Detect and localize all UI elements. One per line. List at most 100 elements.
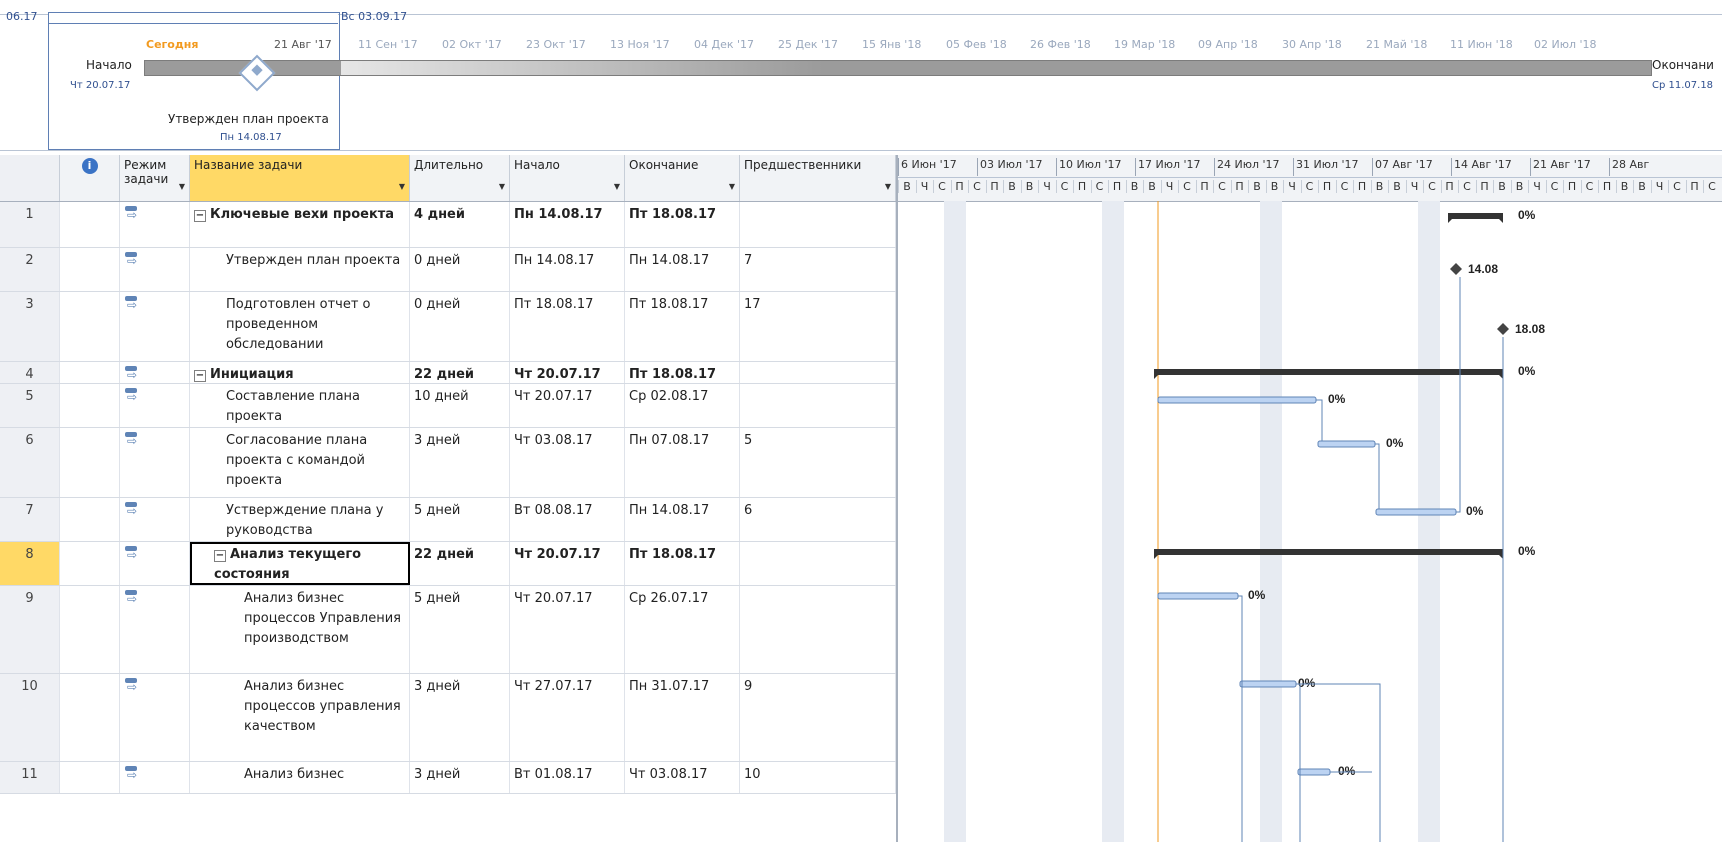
start-cell[interactable]: Вт 08.08.17 [510,498,625,541]
finish-cell[interactable]: Пн 31.07.17 [625,674,740,761]
chevron-down-icon[interactable]: ▼ [179,182,185,191]
column-header-predecessors[interactable]: Предшественники ▼ [740,155,896,201]
column-header-info[interactable]: i [60,155,120,201]
row-mode[interactable] [120,384,190,427]
table-row[interactable]: 1 −Ключевые вехи проекта4 днейПн 14.08.17… [0,202,896,248]
timeline-project-bar[interactable] [144,60,1652,76]
row-id[interactable]: 6 [0,428,60,497]
task-name-cell[interactable]: Анализ бизнес [190,762,410,793]
start-cell[interactable]: Вт 01.08.17 [510,762,625,793]
task-name-cell[interactable]: − Ключевые вехи проекта [190,202,410,247]
start-cell[interactable]: Чт 03.08.17 [510,428,625,497]
table-row[interactable]: 2Утвержден план проекта0 днейПн 14.08.17… [0,248,896,292]
row-id[interactable]: 7 [0,498,60,541]
row-mode[interactable] [120,292,190,361]
table-row[interactable]: 4−Инициация22 днейЧт 20.07.17Пт 18.08.17 [0,362,896,384]
duration-cell[interactable]: 4 дней [410,202,510,247]
predecessors-cell[interactable] [740,202,896,247]
column-header-name[interactable]: Название задачи ▼ [190,155,410,201]
chevron-down-icon[interactable]: ▼ [885,182,891,191]
predecessors-cell[interactable]: 10 [740,762,896,793]
chevron-down-icon[interactable]: ▼ [614,182,620,191]
duration-cell[interactable]: 5 дней [410,498,510,541]
duration-cell[interactable]: 10 дней [410,384,510,427]
row-mode[interactable] [120,762,190,793]
task-name-cell[interactable]: Подготовлен отчет о проведенном обследов… [190,292,410,361]
predecessors-cell[interactable] [740,586,896,673]
chevron-down-icon[interactable]: ▼ [729,182,735,191]
table-row[interactable]: 5 Составление плана проекта 10 днейЧт 20.0… [0,384,896,428]
start-cell[interactable]: Чт 20.07.17 [510,384,625,427]
duration-cell[interactable]: 5 дней [410,586,510,673]
predecessors-cell[interactable] [740,362,896,383]
duration-cell[interactable]: 3 дней [410,428,510,497]
task-name-cell[interactable]: Анализ бизнес процессов управления качес… [190,674,410,761]
table-row[interactable]: 7 Устверждение плана у руководства 5 днейВ… [0,498,896,542]
collapse-icon[interactable]: − [194,370,206,382]
duration-cell[interactable]: 0 дней [410,248,510,291]
duration-cell[interactable]: 3 дней [410,762,510,793]
row-id[interactable]: 8 [0,542,60,585]
row-mode[interactable] [120,362,190,383]
finish-cell[interactable]: Ср 02.08.17 [625,384,740,427]
row-id[interactable]: 5 [0,384,60,427]
finish-cell[interactable]: Пт 18.08.17 [625,362,740,383]
row-mode[interactable] [120,248,190,291]
table-row[interactable]: 11 Анализ бизнес 3 днейВт 01.08.17Чт 03.08… [0,762,896,794]
predecessors-cell[interactable] [740,384,896,427]
finish-cell[interactable]: Пт 18.08.17 [625,542,740,585]
row-mode[interactable] [120,542,190,585]
finish-cell[interactable]: Пт 18.08.17 [625,292,740,361]
finish-cell[interactable]: Пн 07.08.17 [625,428,740,497]
row-mode[interactable] [120,428,190,497]
finish-cell[interactable]: Пн 14.08.17 [625,248,740,291]
row-id[interactable]: 9 [0,586,60,673]
row-id[interactable]: 1 [0,202,60,247]
table-row[interactable]: 8−Анализ текущего состояния22 днейЧт 20.… [0,542,896,586]
row-id[interactable]: 11 [0,762,60,793]
collapse-icon[interactable]: − [194,210,206,222]
predecessors-cell[interactable]: 6 [740,498,896,541]
row-id[interactable]: 4 [0,362,60,383]
row-id[interactable]: 10 [0,674,60,761]
row-mode[interactable] [120,498,190,541]
duration-cell[interactable]: 22 дней [410,362,510,383]
finish-cell[interactable]: Пт 18.08.17 [625,202,740,247]
table-row[interactable]: 10 Анализ бизнес процессов управления кач… [0,674,896,762]
start-cell[interactable]: Чт 27.07.17 [510,674,625,761]
task-name-cell[interactable]: Составление плана проекта [190,384,410,427]
collapse-icon[interactable]: − [214,550,226,562]
predecessors-cell[interactable]: 17 [740,292,896,361]
task-name-cell[interactable]: Устверждение плана у руководства [190,498,410,541]
finish-cell[interactable]: Ср 26.07.17 [625,586,740,673]
column-header-duration[interactable]: Длительно ▼ [410,155,510,201]
finish-cell[interactable]: Чт 03.08.17 [625,762,740,793]
start-cell[interactable]: Чт 20.07.17 [510,362,625,383]
start-cell[interactable]: Пн 14.08.17 [510,248,625,291]
task-name-cell[interactable]: Согласование плана проекта с командой пр… [190,428,410,497]
start-cell[interactable]: Пн 14.08.17 [510,202,625,247]
predecessors-cell[interactable] [740,542,896,585]
predecessors-cell[interactable]: 7 [740,248,896,291]
predecessors-cell[interactable]: 5 [740,428,896,497]
row-id[interactable]: 2 [0,248,60,291]
task-name-cell[interactable]: Анализ бизнес процессов Управления произ… [190,586,410,673]
chevron-down-icon[interactable]: ▼ [399,182,405,191]
task-name-cell[interactable]: Утвержден план проекта [190,248,410,291]
row-mode[interactable] [120,202,190,247]
finish-cell[interactable]: Пн 14.08.17 [625,498,740,541]
start-cell[interactable]: Чт 20.07.17 [510,586,625,673]
column-header-mode[interactable]: Режим задачи ▼ [120,155,190,201]
chevron-down-icon[interactable]: ▼ [499,182,505,191]
column-header-id[interactable] [0,155,60,201]
table-row[interactable]: 3 Подготовлен отчет о проведенном обследо… [0,292,896,362]
column-header-finish[interactable]: Окончание ▼ [625,155,740,201]
column-header-start[interactable]: Начало ▼ [510,155,625,201]
row-mode[interactable] [120,674,190,761]
task-name-cell[interactable]: − Анализ текущего состояния [190,542,410,585]
duration-cell[interactable]: 0 дней [410,292,510,361]
predecessors-cell[interactable]: 9 [740,674,896,761]
table-row[interactable]: 6 Согласование плана проекта с командой п… [0,428,896,498]
duration-cell[interactable]: 3 дней [410,674,510,761]
row-id[interactable]: 3 [0,292,60,361]
